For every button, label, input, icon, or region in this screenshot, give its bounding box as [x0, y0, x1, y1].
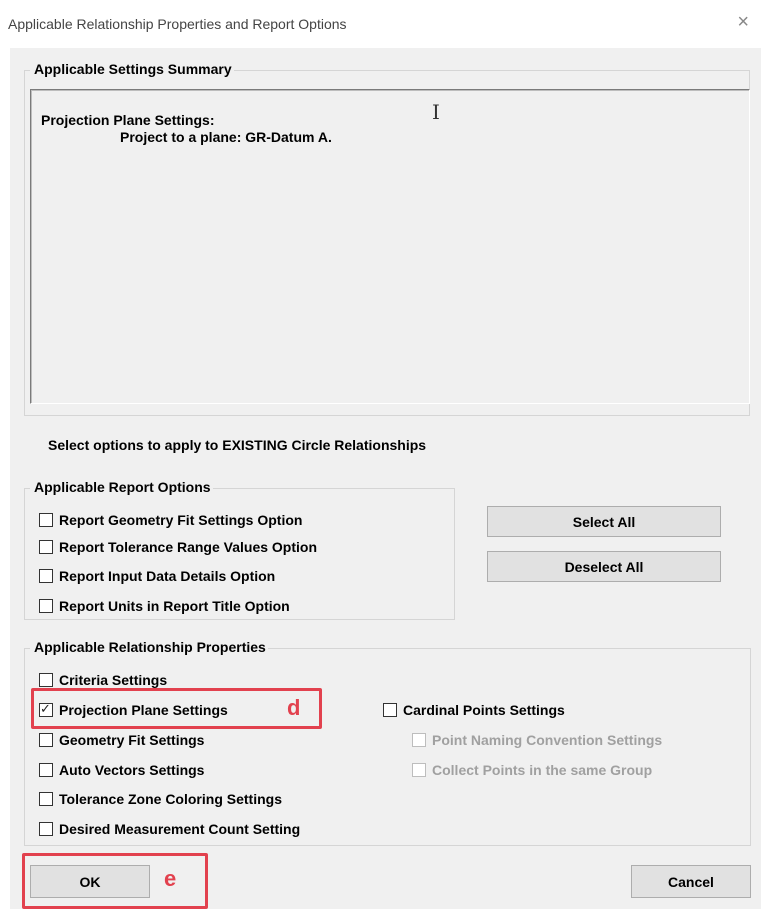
checkbox-box[interactable] — [39, 599, 53, 613]
deselect-all-button[interactable]: Deselect All — [487, 551, 721, 582]
checkbox-label: Report Input Data Details Option — [59, 568, 276, 584]
checkbox-label: Auto Vectors Settings — [59, 762, 205, 778]
checkbox-box[interactable] — [39, 673, 53, 687]
checkbox-label: Desired Measurement Count Setting — [59, 821, 301, 837]
checkbox-label: Report Units in Report Title Option — [59, 598, 290, 614]
close-icon[interactable]: × — [737, 12, 749, 32]
cardinal-points-settings-checkbox[interactable]: Cardinal Points Settings — [383, 701, 565, 719]
report-tolerance-range-checkbox[interactable]: Report Tolerance Range Values Option — [39, 538, 317, 556]
report-geometry-fit-checkbox[interactable]: Report Geometry Fit Settings Option — [39, 511, 302, 529]
criteria-settings-checkbox[interactable]: Criteria Settings — [39, 671, 167, 689]
checkbox-label: Point Naming Convention Settings — [432, 732, 663, 748]
auto-vectors-settings-checkbox[interactable]: Auto Vectors Settings — [39, 761, 204, 779]
checkbox-box[interactable] — [39, 792, 53, 806]
report-options-label: Applicable Report Options — [30, 479, 213, 495]
checkbox-label: Report Tolerance Range Values Option — [59, 539, 318, 555]
annotation-box-e — [22, 853, 208, 909]
checkbox-box[interactable] — [39, 569, 53, 583]
instruction-text: Select options to apply to EXISTING Circ… — [48, 437, 427, 453]
summary-line-2: Project to a plane: GR-Datum A. — [120, 129, 332, 145]
checkbox-label: Tolerance Zone Coloring Settings — [59, 791, 282, 807]
checkbox-label: Cardinal Points Settings — [403, 702, 565, 718]
annotation-box-d — [31, 688, 322, 729]
tolerance-zone-coloring-checkbox[interactable]: Tolerance Zone Coloring Settings — [39, 790, 282, 808]
annotation-marker-d: d — [287, 695, 301, 720]
select-all-button[interactable]: Select All — [487, 506, 721, 537]
title-bar: Applicable Relationship Properties and R… — [0, 0, 761, 48]
checkbox-box — [412, 763, 426, 777]
checkbox-label: Report Geometry Fit Settings Option — [59, 512, 303, 528]
checkbox-box[interactable] — [39, 540, 53, 554]
cancel-button[interactable]: Cancel — [631, 865, 751, 898]
checkbox-label: Geometry Fit Settings — [59, 732, 205, 748]
window-title: Applicable Relationship Properties and R… — [8, 16, 347, 32]
summary-line-1: Projection Plane Settings: — [41, 112, 215, 128]
settings-summary-label: Applicable Settings Summary — [30, 61, 234, 77]
checkbox-box[interactable] — [39, 513, 53, 527]
report-input-data-checkbox[interactable]: Report Input Data Details Option — [39, 567, 275, 585]
checkbox-box[interactable] — [39, 733, 53, 747]
relationship-properties-label: Applicable Relationship Properties — [30, 639, 268, 655]
checkbox-label: Collect Points in the same Group — [432, 762, 653, 778]
text-cursor-icon: I — [432, 100, 440, 124]
point-naming-convention-checkbox: Point Naming Convention Settings — [412, 731, 662, 749]
checkbox-box[interactable] — [39, 822, 53, 836]
checkbox-box[interactable] — [39, 763, 53, 777]
annotation-marker-e: e — [164, 866, 177, 891]
geometry-fit-settings-checkbox[interactable]: Geometry Fit Settings — [39, 731, 204, 749]
checkbox-box[interactable] — [383, 703, 397, 717]
desired-measurement-count-checkbox[interactable]: Desired Measurement Count Setting — [39, 820, 300, 838]
checkbox-box — [412, 733, 426, 747]
checkbox-label: Criteria Settings — [59, 672, 168, 688]
report-units-title-checkbox[interactable]: Report Units in Report Title Option — [39, 597, 290, 615]
collect-points-same-group-checkbox: Collect Points in the same Group — [412, 761, 652, 779]
